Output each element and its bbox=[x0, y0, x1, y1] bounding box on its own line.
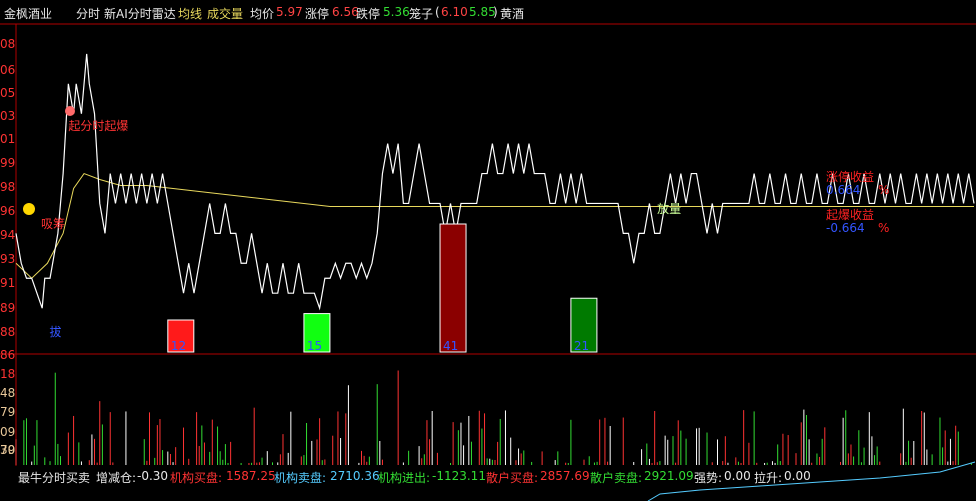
y-tick-label: 01 bbox=[0, 132, 15, 146]
y-tick-label: 86 bbox=[0, 348, 15, 362]
y-tick-label: 94 bbox=[0, 228, 15, 242]
pull-value: 0.00 bbox=[784, 469, 811, 483]
signal-label: 吸筹 bbox=[41, 217, 65, 231]
footer-title: 最牛分时买卖 bbox=[18, 471, 91, 485]
y-tick-label: 96 bbox=[0, 204, 15, 218]
y-tick-label: 98 bbox=[0, 180, 15, 194]
pull-label: 拉升: bbox=[754, 471, 783, 485]
y-tick-label: 03 bbox=[0, 109, 15, 123]
yield-label: 起爆收益 bbox=[826, 208, 874, 222]
y-tick-label: 18 bbox=[0, 367, 15, 381]
signal-label: 放量 bbox=[657, 201, 681, 216]
inst-sell-label: 机构卖盘: bbox=[274, 471, 327, 485]
y-tick-label: 09 bbox=[0, 425, 15, 439]
chart-canvas[interactable]: 0806050301999896949391898886184879093970… bbox=[0, 0, 976, 501]
y-tick-label: 70 bbox=[0, 443, 15, 457]
signal-bar-label: 15 bbox=[307, 339, 322, 353]
yield-unit: % bbox=[878, 183, 889, 197]
strength-label: 强势: bbox=[694, 471, 723, 485]
signal-label: 拔 bbox=[49, 324, 61, 339]
y-tick-label: 91 bbox=[0, 276, 15, 290]
y-tick-label: 89 bbox=[0, 301, 15, 315]
signal-bar-label: 41 bbox=[443, 339, 458, 353]
signal-bar-label: 21 bbox=[574, 339, 589, 353]
y-tick-label: 08 bbox=[0, 37, 15, 51]
retail-sell-label: 散户卖盘: bbox=[590, 471, 643, 485]
inst-sell-value: 2710.36 bbox=[330, 469, 380, 483]
y-tick-label: 06 bbox=[0, 63, 15, 77]
retail-buy-value: 2857.69 bbox=[540, 469, 590, 483]
y-tick-label: 48 bbox=[0, 386, 15, 400]
retail-sell-value: 2921.09 bbox=[644, 469, 694, 483]
strength-value: 0.00 bbox=[724, 469, 751, 483]
signal-bar-label: 12 bbox=[171, 339, 186, 353]
change-label: 增减仓: bbox=[96, 471, 137, 485]
inst-buy-label: 机构买盘: bbox=[170, 471, 223, 485]
smiley-icon bbox=[23, 203, 35, 215]
inst-buy-value: 1587.25 bbox=[226, 469, 276, 483]
signal-label: 起分时起爆 bbox=[68, 119, 128, 133]
y-tick-label: 93 bbox=[0, 252, 15, 266]
y-tick-label: 79 bbox=[0, 405, 15, 419]
change-value: -0.30 bbox=[137, 469, 169, 483]
yield-unit: % bbox=[878, 221, 889, 235]
y-tick-label: 88 bbox=[0, 325, 15, 339]
chart-window: 金枫酒业 分时 新AI分时雷达 均线 成交量 均价 5.97 涨停 6.56 跌… bbox=[0, 0, 976, 501]
inst-net-value: -1123.11 bbox=[432, 469, 486, 483]
signal-bar bbox=[439, 223, 467, 353]
yield-value: -0.664 bbox=[826, 221, 865, 235]
yield-label: 涨停收益 bbox=[826, 169, 874, 184]
y-tick-label: 99 bbox=[0, 156, 15, 170]
yield-value: 0.664 bbox=[826, 183, 860, 197]
footer-bar: 最牛分时买卖 增减仓: -0.30 机构买盘: 1587.25 机构卖盘: 27… bbox=[0, 466, 976, 486]
inst-net-label: 机构进出: bbox=[378, 471, 431, 485]
y-tick-label: 05 bbox=[0, 86, 15, 100]
retail-buy-label: 散户买盘: bbox=[486, 471, 539, 485]
signal-dot-icon bbox=[65, 106, 75, 116]
